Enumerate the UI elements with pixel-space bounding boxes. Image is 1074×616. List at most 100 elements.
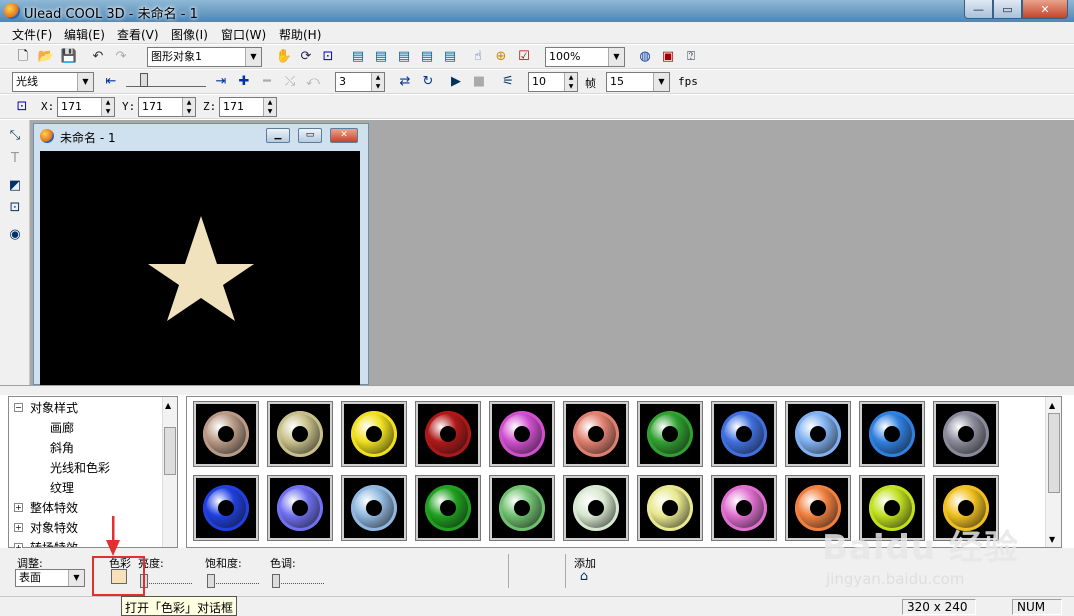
- menu-view[interactable]: 查看(V): [117, 26, 159, 43]
- pointer-icon[interactable]: ☝: [470, 49, 486, 65]
- chevron-down-icon[interactable]: ▼: [653, 73, 669, 91]
- gallery-scrollbar[interactable]: ▲ ▼: [1045, 397, 1061, 547]
- expand-icon[interactable]: +: [14, 523, 23, 532]
- timeline-thumb[interactable]: [140, 73, 148, 87]
- style-thumbnail[interactable]: [563, 475, 629, 541]
- tree-item-gallery[interactable]: 画廊: [50, 419, 74, 436]
- app-icon[interactable]: [4, 3, 20, 19]
- style-thumbnail[interactable]: [341, 401, 407, 467]
- tree-item-object-style[interactable]: 对象样式: [30, 399, 78, 416]
- adjust-select[interactable]: 表面 ▼: [15, 569, 85, 587]
- style-thumbnail[interactable]: [267, 401, 333, 467]
- position-icon[interactable]: ⊡: [14, 99, 30, 115]
- scroll-down-icon[interactable]: ▼: [1049, 535, 1055, 544]
- tree-item-texture[interactable]: 纹理: [50, 479, 74, 496]
- tree-item-global-effects[interactable]: 整体特效: [30, 499, 78, 516]
- select-object-icon[interactable]: ⤡: [7, 128, 23, 144]
- stop-icon[interactable]: ■: [471, 74, 487, 90]
- render-icon[interactable]: ◍: [637, 49, 653, 65]
- style-thumbnail[interactable]: [489, 475, 555, 541]
- style-thumbnail[interactable]: [933, 401, 999, 467]
- expand-icon[interactable]: +: [14, 503, 23, 512]
- text-tool-icon[interactable]: T: [7, 151, 23, 167]
- add-to-gallery-icon[interactable]: ⌂: [576, 569, 592, 585]
- spin-arrows-icon[interactable]: ▲ ▼: [371, 73, 384, 91]
- spin-arrows-icon[interactable]: ▲ ▼: [101, 98, 114, 116]
- remove-keyframe-icon[interactable]: ━: [259, 74, 275, 90]
- brightness-slider[interactable]: [140, 570, 192, 588]
- globe-icon[interactable]: ⊕: [493, 49, 509, 65]
- new-file-icon[interactable]: 🗋: [15, 49, 31, 65]
- redo-icon[interactable]: ↷: [113, 49, 129, 65]
- tree-scroll-thumb[interactable]: [164, 427, 176, 475]
- chart-icon[interactable]: ☑: [516, 49, 532, 65]
- render-canvas[interactable]: [40, 151, 360, 385]
- tree-scrollbar[interactable]: ▲: [162, 397, 177, 547]
- smooth-icon[interactable]: ⚟: [500, 74, 516, 90]
- split-icon[interactable]: ⤯: [282, 74, 298, 90]
- tree-item-transition-effects[interactable]: 转场特效: [30, 539, 78, 547]
- add-keyframe-icon[interactable]: ✚: [236, 74, 252, 90]
- scroll-up-icon[interactable]: ▲: [165, 401, 171, 410]
- object-select[interactable]: 图形对象1 ▼: [147, 47, 262, 67]
- fps-select[interactable]: 15 ▼: [606, 72, 670, 92]
- menu-image[interactable]: 图像(I): [171, 26, 208, 43]
- menu-file[interactable]: 文件(F): [12, 26, 52, 43]
- undo-icon[interactable]: ↶: [90, 49, 106, 65]
- star-object[interactable]: [148, 216, 254, 321]
- spin-arrows-icon[interactable]: ▲ ▼: [564, 73, 577, 91]
- maximize-button[interactable]: ▭: [993, 0, 1022, 19]
- z-input[interactable]: 171 ▲ ▼: [219, 97, 277, 117]
- collapse-icon[interactable]: −: [14, 403, 23, 412]
- first-frame-icon[interactable]: ⇤: [103, 74, 119, 90]
- pingpong-icon[interactable]: ↻: [420, 74, 436, 90]
- doc-minimize-button[interactable]: ▁: [266, 128, 290, 143]
- style-thumbnail[interactable]: [785, 401, 851, 467]
- layout1-icon[interactable]: ▤: [350, 49, 366, 65]
- zoom-select[interactable]: 100% ▼: [545, 47, 625, 67]
- style-thumbnail[interactable]: [563, 401, 629, 467]
- tree-item-light-color[interactable]: 光线和色彩: [50, 459, 110, 476]
- chevron-down-icon[interactable]: ▼: [68, 570, 84, 586]
- save-icon[interactable]: 💾: [61, 49, 77, 65]
- menu-help[interactable]: 帮助(H): [279, 26, 321, 43]
- size-icon[interactable]: ⊡: [320, 49, 336, 65]
- menu-edit[interactable]: 编辑(E): [64, 26, 105, 43]
- panel-splitter[interactable]: [0, 385, 1074, 395]
- style-thumbnail[interactable]: [193, 401, 259, 467]
- loop-icon[interactable]: ⇄: [397, 74, 413, 90]
- style-thumbnail[interactable]: [637, 401, 703, 467]
- layout3-icon[interactable]: ▤: [396, 49, 412, 65]
- tree-item-object-effects[interactable]: 对象特效: [30, 519, 78, 536]
- chevron-down-icon[interactable]: ▼: [77, 73, 93, 91]
- doc-maximize-button[interactable]: ▭: [298, 128, 322, 143]
- light-tool-icon[interactable]: ◉: [7, 227, 23, 243]
- reverse-icon[interactable]: ⤺: [305, 74, 321, 90]
- chevron-down-icon[interactable]: ▼: [608, 48, 624, 66]
- layout4-icon[interactable]: ▤: [419, 49, 435, 65]
- saturation-slider[interactable]: [207, 570, 259, 588]
- doc-close-button[interactable]: ✕: [330, 128, 358, 143]
- style-thumbnail[interactable]: [637, 475, 703, 541]
- style-thumbnail[interactable]: [341, 475, 407, 541]
- rotate-icon[interactable]: ⟳: [298, 49, 314, 65]
- x-input[interactable]: 171 ▲ ▼: [57, 97, 115, 117]
- gallery-scroll-thumb[interactable]: [1048, 413, 1060, 493]
- style-thumbnail[interactable]: [489, 401, 555, 467]
- frame-count-input[interactable]: 10 ▲ ▼: [528, 72, 578, 92]
- style-thumbnail[interactable]: [415, 475, 481, 541]
- spin-arrows-icon[interactable]: ▲ ▼: [182, 98, 195, 116]
- spin-arrows-icon[interactable]: ▲ ▼: [263, 98, 276, 116]
- timeline-slider[interactable]: [126, 73, 206, 87]
- style-thumbnail[interactable]: [193, 475, 259, 541]
- last-frame-icon[interactable]: ⇥: [213, 74, 229, 90]
- help-pointer-icon[interactable]: ⍰: [683, 49, 699, 65]
- hue-slider[interactable]: [272, 570, 324, 588]
- y-input[interactable]: 171 ▲ ▼: [138, 97, 196, 117]
- style-thumbnail[interactable]: [415, 401, 481, 467]
- style-thumbnail[interactable]: [711, 401, 777, 467]
- export-icon[interactable]: ▣: [660, 49, 676, 65]
- menu-window[interactable]: 窗口(W): [221, 26, 266, 43]
- open-folder-icon[interactable]: 📂: [38, 49, 54, 65]
- play-icon[interactable]: ▶: [448, 74, 464, 90]
